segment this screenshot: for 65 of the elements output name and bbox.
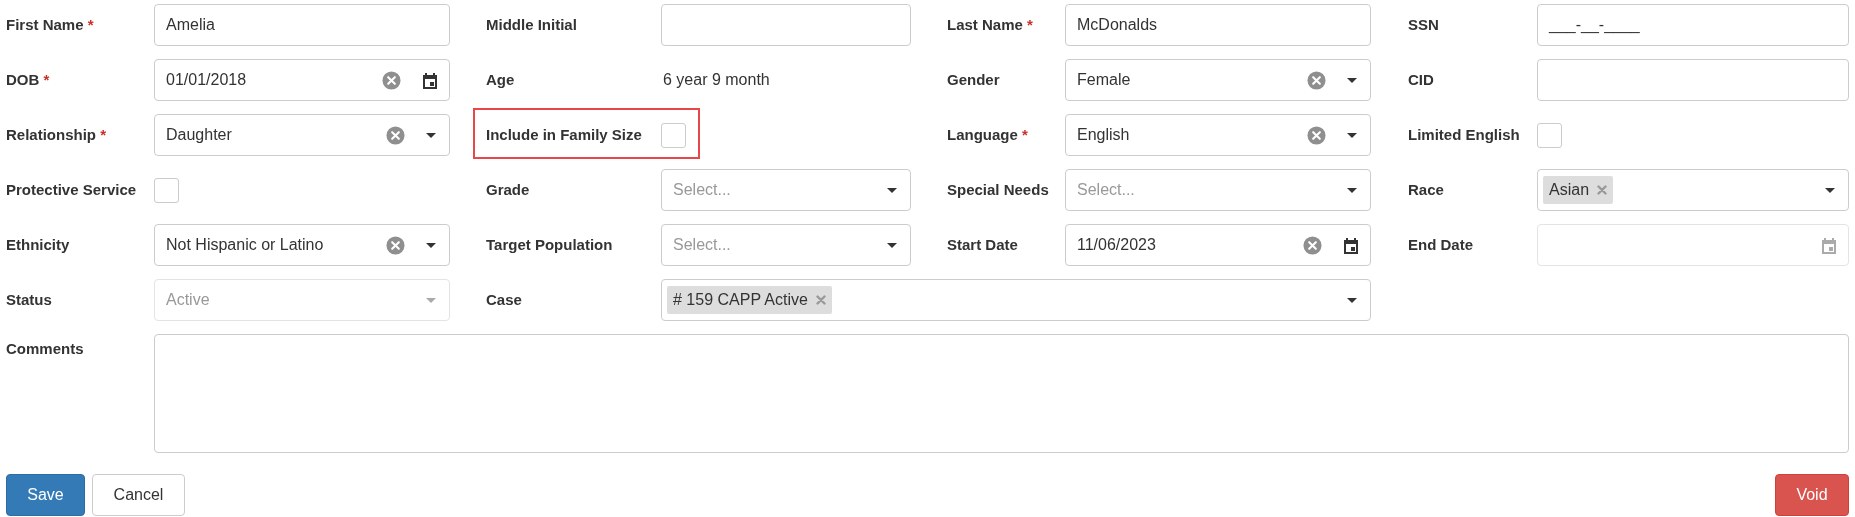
field-label: Limited English: [1408, 126, 1520, 143]
cancel-button[interactable]: Cancel: [92, 474, 185, 516]
clear-icon[interactable]: [1303, 235, 1322, 255]
date-field[interactable]: 11/06/2023: [1065, 224, 1371, 266]
field-label: CID: [1408, 71, 1434, 88]
text-field[interactable]: Amelia: [154, 4, 450, 46]
remove-icon[interactable]: [1597, 185, 1608, 195]
field-label: Ethnicity: [6, 236, 70, 253]
checkbox[interactable]: [154, 177, 179, 203]
field-label: Age: [486, 71, 515, 88]
field-label: Include in Family Size: [486, 126, 642, 143]
field-label: Protective Service: [6, 181, 137, 198]
caret-icon[interactable]: [887, 242, 897, 248]
save-button[interactable]: Save: [6, 474, 85, 516]
select-field[interactable]: Not Hispanic or Latino: [154, 224, 450, 266]
field-label: Grade: [486, 181, 530, 198]
caret-icon[interactable]: [426, 242, 436, 248]
checkbox[interactable]: [661, 122, 686, 148]
field-label: Relationship *: [6, 126, 107, 143]
field-label: Case: [486, 291, 522, 308]
clear-icon[interactable]: [382, 70, 401, 90]
field-label: Middle Initial: [486, 16, 577, 33]
age-value: 6 year 9 month: [662, 71, 770, 89]
selected-tag: # 159 CAPP Active: [667, 286, 832, 314]
field-label: Target Population: [486, 236, 613, 253]
field-label: First Name *: [6, 16, 94, 33]
field-label: Language *: [947, 126, 1028, 143]
select-field[interactable]: Female: [1065, 59, 1371, 101]
field-label: DOB *: [6, 71, 50, 88]
caret-icon[interactable]: [1347, 187, 1357, 193]
caret-icon[interactable]: [1347, 297, 1357, 303]
caret-icon[interactable]: [1825, 187, 1835, 193]
calendar-icon[interactable]: [422, 71, 438, 89]
comments-field[interactable]: [154, 334, 1849, 453]
multiselect-field[interactable]: # 159 CAPP Active: [661, 279, 1371, 321]
text-field[interactable]: [1537, 59, 1849, 101]
date-field[interactable]: 01/01/2018: [154, 59, 450, 101]
field-label: Gender: [947, 71, 1000, 88]
caret-icon[interactable]: [1347, 77, 1357, 83]
clear-icon[interactable]: [1307, 70, 1326, 90]
field-label: Special Needs: [947, 181, 1049, 198]
text-field[interactable]: McDonalds: [1065, 4, 1371, 46]
field-label: End Date: [1408, 236, 1473, 253]
clear-icon[interactable]: [1307, 125, 1326, 145]
multiselect-field[interactable]: Asian: [1537, 169, 1849, 211]
caret-icon[interactable]: [887, 187, 897, 193]
clear-icon[interactable]: [386, 235, 405, 255]
field-label: SSN: [1408, 16, 1439, 33]
void-button[interactable]: Void: [1775, 474, 1849, 516]
field-label: Last Name *: [947, 16, 1033, 33]
caret-icon[interactable]: [1347, 132, 1357, 138]
calendar-icon[interactable]: [1343, 236, 1359, 254]
text-field[interactable]: [661, 4, 911, 46]
field-label: Status: [6, 291, 52, 308]
remove-icon[interactable]: [815, 295, 826, 305]
select-field[interactable]: English: [1065, 114, 1371, 156]
clear-icon[interactable]: [386, 125, 405, 145]
selected-tag: Asian: [1543, 176, 1614, 204]
text-field[interactable]: ___-__-____: [1537, 4, 1849, 46]
checkbox[interactable]: [1537, 122, 1562, 148]
caret-icon[interactable]: [426, 132, 436, 138]
field-label: Start Date: [947, 236, 1018, 253]
field-label: Race: [1408, 181, 1444, 198]
field-label: Comments: [6, 340, 84, 357]
select-field[interactable]: Daughter: [154, 114, 450, 156]
